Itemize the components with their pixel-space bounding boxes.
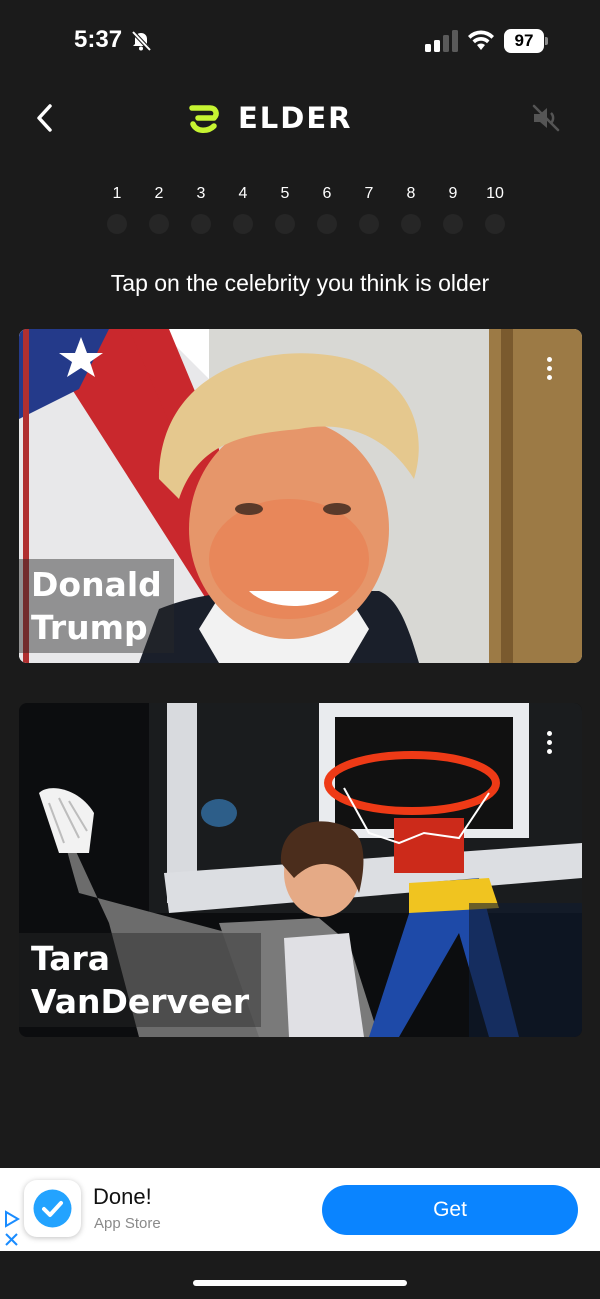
more-options-icon[interactable] xyxy=(544,357,554,383)
speaker-muted-icon[interactable] xyxy=(530,102,562,134)
celebrity-name-line: Trump xyxy=(31,608,148,647)
progress-step: 7 xyxy=(348,184,390,236)
progress-indicator: 1 2 3 4 5 6 7 8 9 10 xyxy=(96,184,516,236)
celebrity-name: Donald Trump xyxy=(19,559,174,653)
celebrity-card-1[interactable]: Donald Trump xyxy=(19,329,582,663)
status-time: 5:37 xyxy=(74,26,123,53)
progress-step: 10 xyxy=(474,184,516,236)
ad-title: Done! xyxy=(93,1184,152,1209)
ad-subtitle: App Store xyxy=(94,1215,161,1232)
battery-icon: 97 xyxy=(504,29,548,53)
progress-step: 6 xyxy=(306,184,348,236)
chevron-left-icon[interactable] xyxy=(28,98,62,138)
celebrity-name: Tara VanDerveer xyxy=(19,933,262,1027)
instruction-text: Tap on the celebrity you think is older xyxy=(110,270,490,296)
ad-choices-icon[interactable] xyxy=(4,1210,20,1246)
celebrity-name-line: Donald xyxy=(31,565,162,604)
ad-get-button[interactable]: Get xyxy=(322,1185,578,1235)
ad-banner[interactable]: Done! App Store Get xyxy=(0,1168,600,1251)
home-indicator[interactable] xyxy=(193,1280,407,1286)
progress-step: 3 xyxy=(180,184,222,236)
elder-logo-icon xyxy=(189,105,219,133)
bell-slash-icon xyxy=(131,30,152,52)
status-bar: 5:37 97 xyxy=(0,0,600,80)
progress-step: 4 xyxy=(222,184,264,236)
app-logo-text: ELDER xyxy=(238,101,353,135)
app-logo: ELDER xyxy=(186,100,353,136)
wifi-icon xyxy=(468,30,494,50)
app-header: ELDER xyxy=(0,90,600,146)
progress-step: 5 xyxy=(264,184,306,236)
progress-step: 9 xyxy=(432,184,474,236)
progress-step: 2 xyxy=(138,184,180,236)
celebrity-card-2[interactable]: Tara VanDerveer xyxy=(19,703,582,1037)
more-options-icon[interactable] xyxy=(544,731,554,757)
battery-level: 97 xyxy=(504,29,544,53)
signal-icon xyxy=(425,30,458,52)
celebrity-name-line: Tara xyxy=(31,939,111,978)
checkmark-icon xyxy=(33,1189,72,1228)
progress-step: 1 xyxy=(96,184,138,236)
ad-app-icon[interactable] xyxy=(24,1180,81,1237)
progress-step: 8 xyxy=(390,184,432,236)
celebrity-name-line: VanDerveer xyxy=(31,982,250,1021)
